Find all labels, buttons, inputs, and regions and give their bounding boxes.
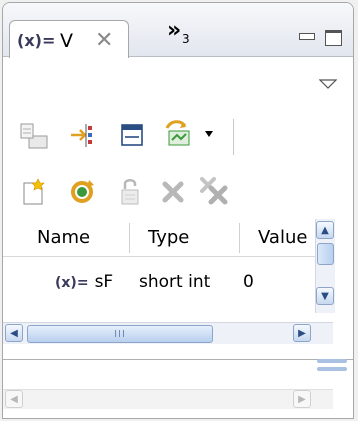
table-header: Name Type Value (3, 219, 331, 257)
toolbar-separator (233, 119, 234, 155)
layout-toggle-icon[interactable] (119, 122, 145, 148)
horizontal-scroll-thumb[interactable]: III (27, 325, 213, 343)
toolbar-bottom (3, 166, 353, 218)
column-divider[interactable] (239, 223, 240, 253)
variables-table: Name Type Value (x)= sF short int 0 ▲ ▼ ◀… (3, 219, 353, 359)
lock-icon[interactable] (119, 176, 143, 208)
close-icon[interactable]: ✕ (95, 28, 113, 53)
vertical-scrollbar[interactable]: ▲ ▼ (315, 219, 335, 313)
select-columns-icon[interactable] (161, 118, 197, 150)
maximize-button[interactable] (325, 30, 342, 46)
column-divider[interactable] (129, 223, 130, 253)
column-header-name[interactable]: Name (37, 227, 90, 248)
detail-horizontal-scrollbar[interactable]: ◀ ▶ (3, 389, 333, 409)
variable-icon: (x)= (55, 275, 89, 291)
scroll-left-button[interactable]: ◀ (5, 324, 23, 342)
view-menu-row (3, 58, 353, 106)
chevron-overflow-icon[interactable]: » (167, 20, 181, 42)
collapse-all-icon[interactable] (19, 120, 49, 150)
scroll-right-button[interactable]: ▶ (293, 324, 311, 342)
variable-type-cell: short int (139, 272, 211, 292)
column-header-type[interactable]: Type (148, 227, 189, 248)
detail-scroll-right-button[interactable]: ▶ (293, 390, 311, 408)
view-menu-icon[interactable] (319, 79, 337, 89)
remove-all-icon[interactable] (199, 176, 229, 206)
detail-pane[interactable]: ◀ ▶ (3, 359, 353, 418)
horizontal-scrollbar[interactable]: ◀ III ▶ (3, 322, 333, 344)
column-header-value[interactable]: Value (258, 227, 307, 248)
variables-icon: (x)= (17, 31, 56, 50)
pane-sash[interactable] (317, 354, 353, 376)
variable-name-cell: (x)= sF (55, 272, 113, 292)
detail-scroll-left-button[interactable]: ◀ (5, 390, 23, 408)
table-row[interactable]: (x)= sF short int 0 (3, 269, 331, 297)
remove-icon[interactable] (161, 180, 185, 204)
tab-label: V (60, 30, 73, 52)
minimize-button[interactable] (299, 33, 315, 40)
variable-name: sF (94, 272, 114, 292)
refresh-icon[interactable] (67, 176, 97, 208)
scroll-up-button[interactable]: ▲ (316, 221, 334, 239)
tab-variables[interactable]: (x)= V ✕ (9, 20, 129, 58)
overflow-count: 3 (182, 32, 190, 46)
vertical-scroll-thumb[interactable] (317, 243, 334, 265)
tab-bar: (x)= V ✕ » 3 (3, 3, 353, 58)
show-type-names-icon[interactable] (69, 122, 99, 150)
scroll-down-button[interactable]: ▼ (316, 287, 334, 305)
chevron-down-icon[interactable] (204, 130, 214, 138)
new-variable-icon[interactable] (21, 178, 47, 206)
toolbar-top (3, 106, 353, 166)
variable-value-cell: 0 (243, 272, 254, 292)
variables-view: (x)= V ✕ » 3 Name Type Value (x)= sF sho… (2, 2, 354, 419)
